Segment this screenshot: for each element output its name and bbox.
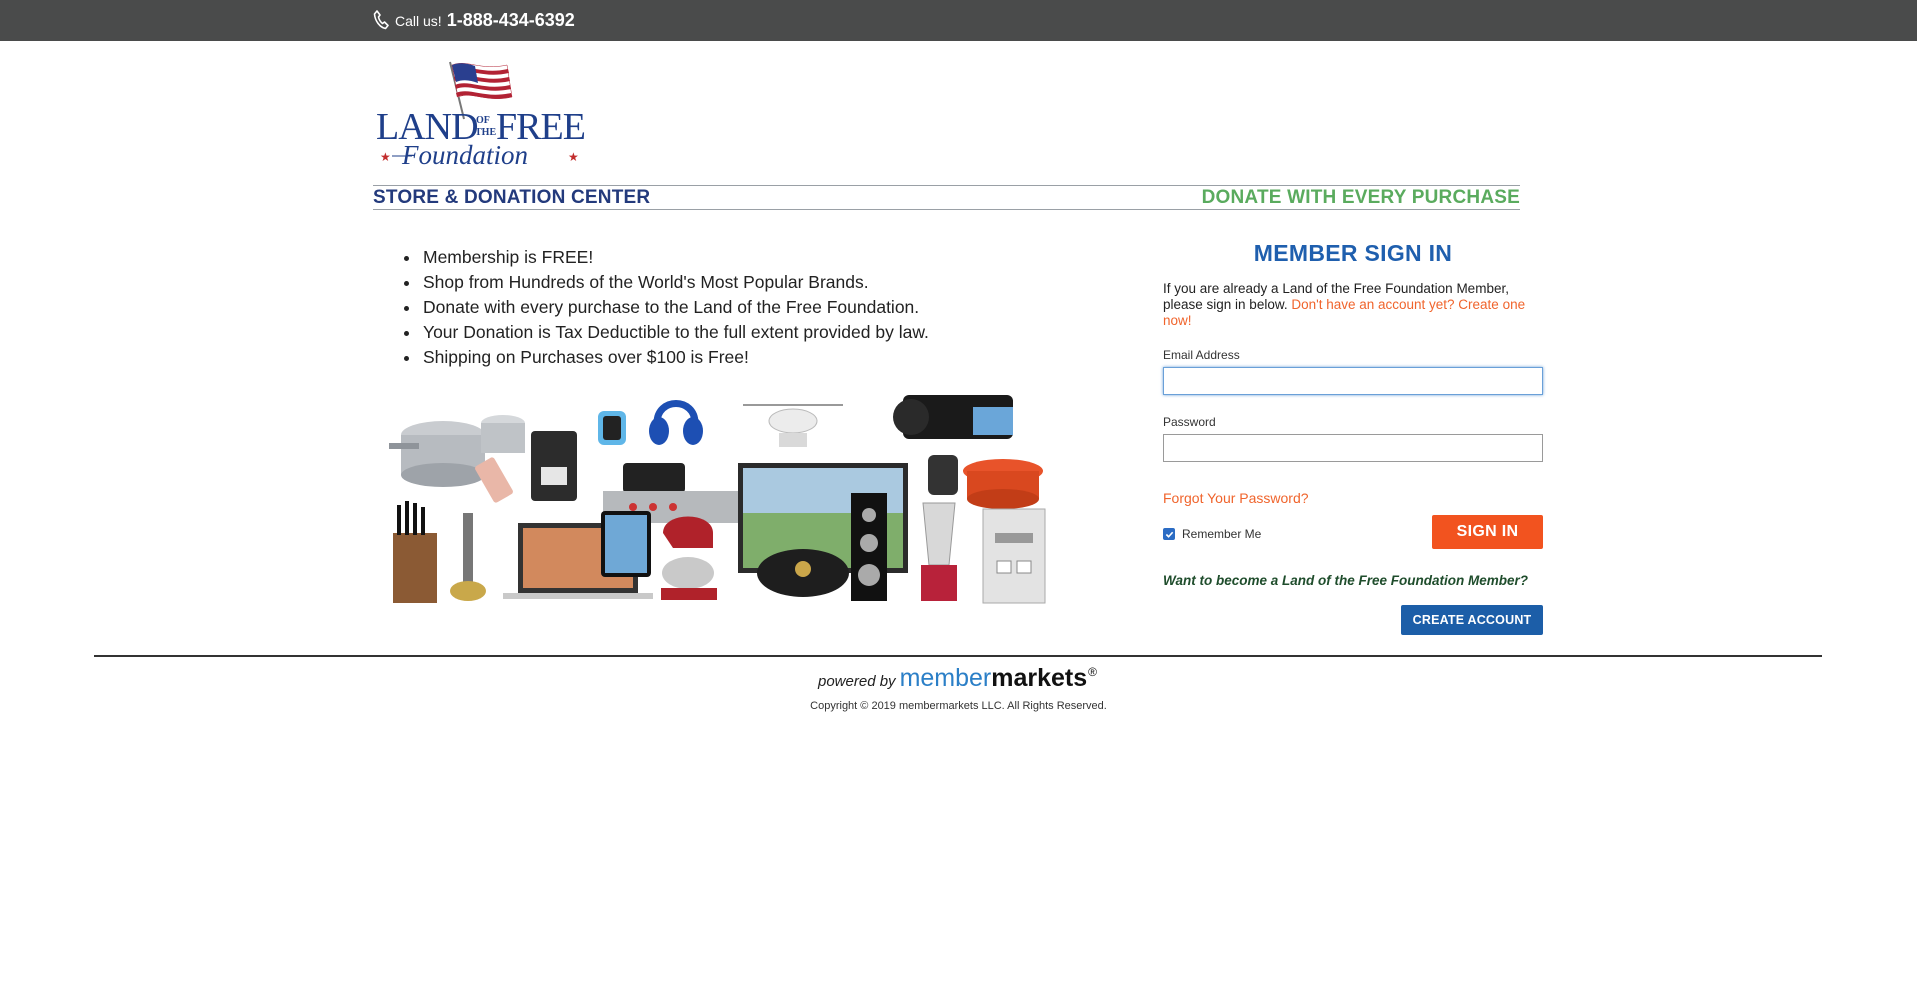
benefits-list: Membership is FREE! Shop from Hundreds o… bbox=[398, 245, 929, 370]
banner-divider-top bbox=[373, 185, 1520, 186]
phone-number[interactable]: 1-888-434-6392 bbox=[447, 10, 575, 31]
list-item: Your Donation is Tax Deductible to the f… bbox=[398, 320, 929, 345]
dutch-oven-icon bbox=[963, 459, 1043, 509]
fitness-tracker-icon bbox=[928, 455, 958, 495]
copyright-text: Copyright © 2019 membermarkets LLC. All … bbox=[810, 700, 1107, 712]
call-label: Call us! bbox=[395, 13, 442, 29]
vacuum-icon bbox=[450, 513, 486, 601]
espresso-machine-icon bbox=[982, 508, 1046, 604]
star-icon: ★ bbox=[380, 150, 391, 164]
remember-me-checkbox[interactable] bbox=[1163, 528, 1175, 540]
create-account-button[interactable]: CREATE ACCOUNT bbox=[1401, 605, 1543, 635]
password-field[interactable] bbox=[1163, 434, 1543, 462]
svg-text:THE: THE bbox=[475, 127, 496, 138]
blender-icon bbox=[921, 502, 957, 601]
stand-mixer-icon bbox=[661, 516, 717, 600]
list-item: Shipping on Purchases over $100 is Free! bbox=[398, 345, 929, 370]
svg-text:OF: OF bbox=[476, 115, 490, 126]
logo-wordmark: LAND OF THE FREE Foundation bbox=[376, 106, 586, 169]
brand-markets-text: markets bbox=[991, 664, 1088, 692]
american-flag-icon bbox=[451, 63, 513, 99]
checkmark-icon bbox=[1165, 531, 1173, 538]
password-label: Password bbox=[1163, 415, 1216, 429]
footer-divider bbox=[94, 655, 1822, 657]
forgot-password-link[interactable]: Forgot Your Password? bbox=[1163, 490, 1309, 506]
products-collage-image bbox=[389, 395, 1046, 604]
drone-icon bbox=[743, 404, 843, 447]
top-bar: Call us! 1-888-434-6392 bbox=[0, 0, 1917, 41]
cookware-icon bbox=[389, 415, 525, 487]
land-of-the-free-logo[interactable]: LAND OF THE FREE Foundation ★ ★ bbox=[372, 57, 590, 169]
registered-mark: ® bbox=[1088, 665, 1097, 679]
sign-in-panel: MEMBER SIGN IN If you are already a Land… bbox=[1163, 240, 1543, 635]
email-label: Email Address bbox=[1163, 348, 1240, 362]
become-member-text: Want to become a Land of the Free Founda… bbox=[1163, 573, 1529, 588]
svg-text:Foundation: Foundation bbox=[401, 140, 528, 169]
camcorder-icon bbox=[893, 395, 1013, 439]
robot-vacuum-icon bbox=[757, 549, 849, 597]
brand-member-text: member bbox=[899, 664, 992, 692]
speaker-icon bbox=[851, 493, 887, 601]
knife-block-icon bbox=[393, 501, 437, 603]
remember-me-label: Remember Me bbox=[1182, 527, 1262, 541]
list-item: Donate with every purchase to the Land o… bbox=[398, 295, 929, 320]
coffee-maker-icon bbox=[531, 431, 577, 501]
powered-by-membermarkets[interactable]: powered by member markets ® bbox=[818, 664, 1097, 693]
call-us: Call us! 1-888-434-6392 bbox=[373, 9, 575, 31]
banner-divider-bottom bbox=[373, 209, 1520, 210]
sign-in-title: MEMBER SIGN IN bbox=[1253, 240, 1453, 266]
donate-tagline: DONATE WITH EVERY PURCHASE bbox=[1201, 187, 1520, 208]
powered-by-text: powered by bbox=[818, 673, 896, 690]
remember-me[interactable]: Remember Me bbox=[1163, 527, 1261, 541]
sign-in-button[interactable]: SIGN IN bbox=[1432, 515, 1543, 549]
list-item: Shop from Hundreds of the World's Most P… bbox=[398, 270, 929, 295]
star-icon: ★ bbox=[568, 150, 579, 164]
email-field[interactable] bbox=[1163, 367, 1543, 395]
sign-in-intro: If you are already a Land of the Free Fo… bbox=[1163, 281, 1543, 329]
list-item: Membership is FREE! bbox=[398, 245, 929, 270]
phone-icon bbox=[373, 10, 389, 30]
store-donation-title: STORE & DONATION CENTER bbox=[373, 187, 651, 208]
